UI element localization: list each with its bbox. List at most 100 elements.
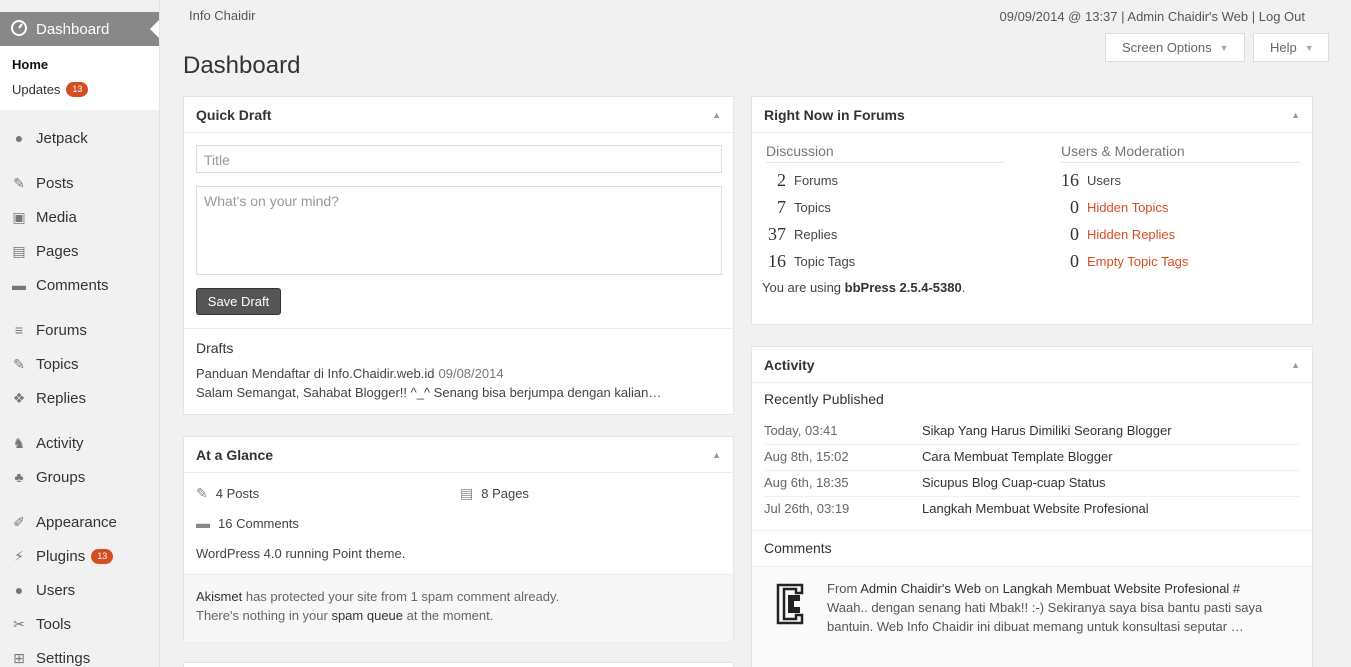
forums-icon: ≡ bbox=[14, 322, 24, 338]
replies-icon: ❖ bbox=[12, 389, 26, 406]
stat-num: 2 bbox=[777, 170, 786, 190]
comment-post-link[interactable]: Langkah Membuat Website Profesional # bbox=[1003, 581, 1241, 596]
menu-label: Pages bbox=[36, 242, 79, 260]
quick-draft-widget: Quick Draft ▲ Title What's on your mind? … bbox=[183, 96, 734, 415]
menu-settings[interactable]: ⊞ Settings bbox=[0, 641, 159, 667]
spam-queue-link[interactable]: spam queue bbox=[331, 608, 403, 623]
admin-sidebar: Dashboard Home Updates 13 ● Jetpack ✎ Posts… bbox=[0, 0, 160, 667]
drafts-heading: Drafts bbox=[196, 340, 234, 356]
collapse-arrow-icon[interactable]: ▲ bbox=[1291, 360, 1300, 370]
user-meta-links[interactable]: 09/09/2014 @ 13:37 | Admin Chaidir's Web… bbox=[1000, 9, 1306, 24]
menu-replies[interactable]: ❖ Replies bbox=[0, 381, 159, 415]
menu-pages[interactable]: ▤ Pages bbox=[0, 234, 159, 268]
widget-header[interactable]: Right Now in Forums ▲ bbox=[752, 97, 1312, 133]
widget-header[interactable]: Quick Draft ▲ bbox=[184, 97, 733, 133]
submenu-home[interactable]: Home bbox=[0, 52, 159, 77]
pages-count-link[interactable]: ▤ 8 Pages bbox=[460, 485, 529, 502]
list-item: Jul 26th, 03:19 Langkah Membuat Website P… bbox=[764, 501, 1300, 522]
pages-icon: ▤ bbox=[460, 485, 474, 501]
dashboard-icon bbox=[10, 18, 28, 40]
menu-activity[interactable]: ♞ Activity bbox=[0, 426, 159, 460]
menu-appearance[interactable]: ✐ Appearance bbox=[0, 505, 159, 539]
menu-forums[interactable]: ≡ Forums bbox=[0, 313, 159, 347]
stat-label: Topics bbox=[794, 200, 831, 215]
item-title-link[interactable]: Cara Membuat Template Blogger bbox=[922, 449, 1113, 464]
menu-label: Plugins bbox=[36, 547, 86, 565]
item-title-link[interactable]: Langkah Membuat Website Profesional bbox=[922, 501, 1149, 516]
menu-users[interactable]: ● Users bbox=[0, 573, 159, 607]
item-title-link[interactable]: Sikap Yang Harus Dimiliki Seorang Blogge… bbox=[922, 423, 1172, 438]
submenu-updates[interactable]: Updates 13 bbox=[0, 77, 159, 102]
settings-icon: ⊞ bbox=[13, 649, 25, 666]
comment-text: From Admin Chaidir's Web on Langkah Memb… bbox=[827, 579, 1287, 636]
draft-link[interactable]: Panduan Mendaftar di Info.Chaidir.web.id bbox=[196, 366, 435, 381]
stat-label: Forums bbox=[794, 173, 839, 188]
item-date: Today, 03:41 bbox=[764, 423, 838, 438]
akismet-link[interactable]: Akismet bbox=[196, 589, 242, 604]
help-button[interactable]: Help ▼ bbox=[1253, 33, 1329, 62]
help-label: Help bbox=[1270, 40, 1297, 55]
widget-header[interactable]: Activity ▲ bbox=[752, 347, 1312, 383]
item-date: Aug 8th, 15:02 bbox=[764, 449, 849, 464]
draft-date: 09/08/2014 bbox=[438, 366, 504, 381]
stat-hidden-replies[interactable]: 0 Hidden Replies bbox=[1055, 224, 1175, 245]
stat-replies[interactable]: 37 Replies bbox=[762, 224, 837, 245]
updates-count-badge: 13 bbox=[66, 82, 89, 97]
menu-posts[interactable]: ✎ Posts bbox=[0, 166, 159, 200]
menu-label: Groups bbox=[36, 468, 86, 486]
menu-topics[interactable]: ✎ Topics bbox=[0, 347, 159, 381]
comment-on: on bbox=[980, 581, 1003, 596]
user-icon: ● bbox=[14, 582, 24, 598]
comments-count-link[interactable]: ▬ 16 Comments bbox=[196, 515, 299, 531]
list-item: Aug 8th, 15:02 Cara Membuat Template Blog… bbox=[764, 449, 1300, 471]
stat-num: 16 bbox=[1061, 170, 1079, 190]
stat-topic-tags[interactable]: 16 Topic Tags bbox=[762, 251, 855, 272]
stat-num: 16 bbox=[768, 251, 786, 271]
menu-label: Media bbox=[36, 208, 77, 226]
menu-tools[interactable]: ✂ Tools bbox=[0, 607, 159, 641]
collapse-arrow-icon[interactable]: ▲ bbox=[1291, 110, 1300, 120]
posts-count-link[interactable]: ✎ 4 Posts bbox=[196, 485, 259, 502]
menu-label: Forums bbox=[36, 321, 87, 339]
widget-header[interactable]: At a Glance ▲ bbox=[184, 437, 733, 473]
item-title-link[interactable]: Sicupus Blog Cuap-cuap Status bbox=[922, 475, 1106, 490]
moderation-heading: Users & Moderation bbox=[1061, 143, 1301, 163]
comment-body: Waah.. dengan senang hati Mbak!! :-) Sek… bbox=[827, 600, 1263, 634]
caret-down-icon: ▼ bbox=[1304, 42, 1314, 53]
jetpack-icon: ● bbox=[14, 130, 24, 146]
menu-jetpack[interactable]: ● Jetpack bbox=[0, 121, 159, 155]
menu-media[interactable]: ▣ Media bbox=[0, 200, 159, 234]
stat-num: 0 bbox=[1070, 197, 1079, 217]
comment-author-link[interactable]: Admin Chaidir's Web bbox=[860, 581, 981, 596]
menu-dashboard[interactable]: Dashboard bbox=[0, 12, 159, 46]
activity-icon: ♞ bbox=[12, 434, 26, 451]
pages-icon: ▤ bbox=[12, 242, 26, 259]
collapse-arrow-icon[interactable]: ▲ bbox=[712, 110, 721, 120]
stat-hidden-topics[interactable]: 0 Hidden Topics bbox=[1055, 197, 1168, 218]
screen-options-button[interactable]: Screen Options ▼ bbox=[1105, 33, 1245, 62]
posts-count: 4 Posts bbox=[215, 486, 260, 501]
stat-forums[interactable]: 2 Forums bbox=[762, 170, 838, 191]
stat-empty-topic-tags[interactable]: 0 Empty Topic Tags bbox=[1055, 251, 1188, 272]
groups-icon: ♣ bbox=[14, 469, 24, 485]
plugins-count-badge: 13 bbox=[91, 548, 114, 564]
stat-users[interactable]: 16 Users bbox=[1055, 170, 1121, 191]
stat-label: Hidden Topics bbox=[1087, 200, 1169, 215]
menu-label: Replies bbox=[36, 389, 87, 407]
media-icon: ▣ bbox=[12, 208, 26, 225]
menu-plugins[interactable]: ⚡ Plugins 13 bbox=[0, 539, 159, 573]
save-draft-button[interactable]: Save Draft bbox=[196, 288, 281, 315]
menu-groups[interactable]: ♣ Groups bbox=[0, 460, 159, 494]
site-name-link[interactable]: Info Chaidir bbox=[189, 8, 255, 23]
draft-item: Panduan Mendaftar di Info.Chaidir.web.id… bbox=[196, 366, 504, 381]
stat-topics[interactable]: 7 Topics bbox=[762, 197, 831, 218]
spam-suffix: at the moment. bbox=[403, 608, 494, 623]
draft-content-textarea[interactable]: What's on your mind? bbox=[196, 186, 722, 275]
widget-title: Right Now in Forums bbox=[764, 106, 905, 123]
draft-title-input[interactable]: Title bbox=[196, 145, 722, 173]
menu-comments[interactable]: ▬ Comments bbox=[0, 268, 159, 302]
collapse-arrow-icon[interactable]: ▲ bbox=[712, 450, 721, 460]
submenu-home-label: Home bbox=[12, 57, 49, 72]
draft-excerpt: Salam Semangat, Sahabat Blogger!! ^_^ Se… bbox=[196, 385, 662, 400]
akismet-notice: Akismet has protected your site from 1 s… bbox=[184, 574, 733, 641]
